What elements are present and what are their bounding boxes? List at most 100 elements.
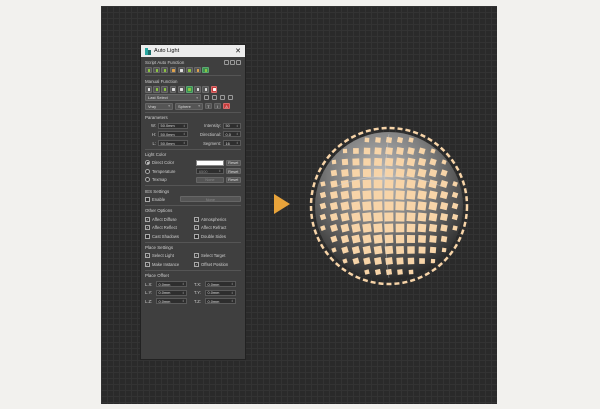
light-tile xyxy=(362,201,372,211)
light-tile xyxy=(418,246,426,254)
light-tile xyxy=(406,201,416,211)
atmospherics-checkbox[interactable]: ✓ xyxy=(194,216,199,222)
light-tile xyxy=(406,234,416,244)
cast-shadows-checkbox[interactable] xyxy=(145,233,150,239)
grid-icon[interactable] xyxy=(177,66,185,74)
offset-ty-spinner[interactable]: 0.0mm ⇕ xyxy=(205,289,236,296)
length-spinner[interactable]: 50.0mm ⇕ xyxy=(158,140,189,147)
light-tile xyxy=(417,234,427,244)
light-tile xyxy=(373,212,383,222)
texmap-button[interactable]: None xyxy=(196,176,224,183)
light-tile xyxy=(439,212,449,222)
make-instance-checkbox[interactable]: ✓ xyxy=(145,261,150,267)
add-light-icon[interactable] xyxy=(185,66,193,74)
light-tile xyxy=(341,169,349,177)
light-tile xyxy=(363,158,371,166)
light-tile xyxy=(428,212,438,222)
stack-icon[interactable] xyxy=(202,85,210,93)
prev-icon[interactable] xyxy=(204,95,209,101)
auto-light-2-icon[interactable] xyxy=(153,66,160,74)
height-spinner[interactable]: 50.0mm ⇕ xyxy=(158,131,189,138)
auto-light-1-icon[interactable] xyxy=(145,66,152,74)
auto-light-4-icon[interactable] xyxy=(169,66,177,74)
light-tile xyxy=(362,212,372,222)
light-tile xyxy=(330,180,338,188)
section-ies: IES Settings xyxy=(145,188,170,194)
offset-ly-spinner[interactable]: 0.0mm ⇕ xyxy=(156,289,187,296)
texmap-radio[interactable] xyxy=(145,177,150,183)
light-tile xyxy=(407,246,415,254)
manual-toolbar xyxy=(145,85,241,93)
select-light-checkbox[interactable]: ✓ xyxy=(145,253,150,259)
pick-icon[interactable] xyxy=(177,85,185,93)
light-tile xyxy=(364,137,370,143)
temperature-radio[interactable] xyxy=(145,168,150,174)
align-icon[interactable] xyxy=(145,85,152,93)
ies-file-button[interactable]: None xyxy=(179,196,241,203)
light-tile xyxy=(351,212,361,222)
light-tile xyxy=(429,235,437,243)
auto-light-3-icon[interactable] xyxy=(161,66,169,74)
select-target-checkbox[interactable]: ✓ xyxy=(194,253,199,259)
section-place: Place Settings xyxy=(145,245,174,251)
double-sides-checkbox[interactable] xyxy=(194,233,199,239)
light-tile xyxy=(395,245,405,255)
option-icon[interactable] xyxy=(224,59,229,65)
light-tile xyxy=(417,190,427,200)
last-select-dropdown[interactable]: Last Select ▾ xyxy=(145,94,201,101)
offset-lx-spinner[interactable]: 0.0mm ⇕ xyxy=(156,281,187,287)
copy-icon[interactable] xyxy=(194,85,201,93)
intensity-spinner[interactable]: 50 ⇕ xyxy=(223,122,241,129)
add-icon[interactable] xyxy=(220,95,225,101)
light-type-dropdown[interactable]: Sphere ▾ xyxy=(175,103,203,110)
settings-icon[interactable] xyxy=(236,59,241,65)
remove-icon[interactable] xyxy=(228,95,233,101)
light-tile xyxy=(384,179,394,189)
light-tile xyxy=(395,190,405,200)
affect-reflect-checkbox[interactable]: ✓ xyxy=(145,225,150,231)
affect-diffuse-checkbox[interactable]: ✓ xyxy=(145,216,150,222)
delete-icon[interactable] xyxy=(210,85,218,93)
reset-temperature-button[interactable]: Reset xyxy=(225,168,241,175)
close-icon[interactable]: ✕ xyxy=(235,48,241,55)
light-tile xyxy=(385,268,393,276)
offset-lz-spinner[interactable]: 0.0mm ⇕ xyxy=(156,298,187,305)
image-icon[interactable] xyxy=(202,66,210,74)
a-button[interactable]: A xyxy=(223,103,230,110)
light-tile xyxy=(362,223,372,233)
light-tile xyxy=(351,168,361,178)
auto-light-logo-icon xyxy=(145,47,151,55)
light-tile xyxy=(340,201,350,211)
directional-spinner[interactable]: 0.0 ⇕ xyxy=(223,131,241,138)
offset-tx-spinner[interactable]: 0.0mm ⇕ xyxy=(205,281,236,287)
offset-tz-spinner[interactable]: 0.0mm ⇕ xyxy=(205,298,236,305)
i-button[interactable]: I xyxy=(214,103,221,110)
affect-refract-checkbox[interactable]: ✓ xyxy=(194,225,199,231)
next-icon[interactable] xyxy=(212,95,217,101)
target-icon[interactable] xyxy=(169,85,177,93)
renderer-dropdown[interactable]: Vray ▾ xyxy=(145,103,173,110)
place-1-icon[interactable] xyxy=(153,85,160,93)
place-2-icon[interactable] xyxy=(161,85,169,93)
light-tile xyxy=(408,269,414,275)
arrow-right-icon xyxy=(274,194,290,214)
direct-color-radio[interactable] xyxy=(145,160,150,166)
mirror-icon[interactable] xyxy=(185,85,193,93)
bulb-icon[interactable] xyxy=(194,66,201,74)
ies-enable-checkbox[interactable] xyxy=(145,196,150,202)
reset-color-button[interactable]: Reset xyxy=(225,159,241,166)
light-tile xyxy=(395,212,405,222)
temperature-spinner[interactable]: 6500 ⇕ xyxy=(196,168,224,175)
segment-spinner[interactable]: 16 ⇕ xyxy=(223,140,241,147)
color-swatch[interactable] xyxy=(196,159,224,166)
help-icon[interactable] xyxy=(230,59,235,65)
reset-texmap-button[interactable]: Reset xyxy=(225,176,241,183)
light-tile xyxy=(396,136,404,144)
light-tile xyxy=(407,257,415,265)
light-tile xyxy=(397,269,403,275)
light-tile xyxy=(351,223,361,233)
offset-position-checkbox[interactable]: ✓ xyxy=(194,261,199,267)
width-spinner[interactable]: 50.0mm ⇕ xyxy=(158,122,189,129)
t-button[interactable]: T xyxy=(205,103,212,110)
panel-title: Auto Light xyxy=(154,48,180,54)
